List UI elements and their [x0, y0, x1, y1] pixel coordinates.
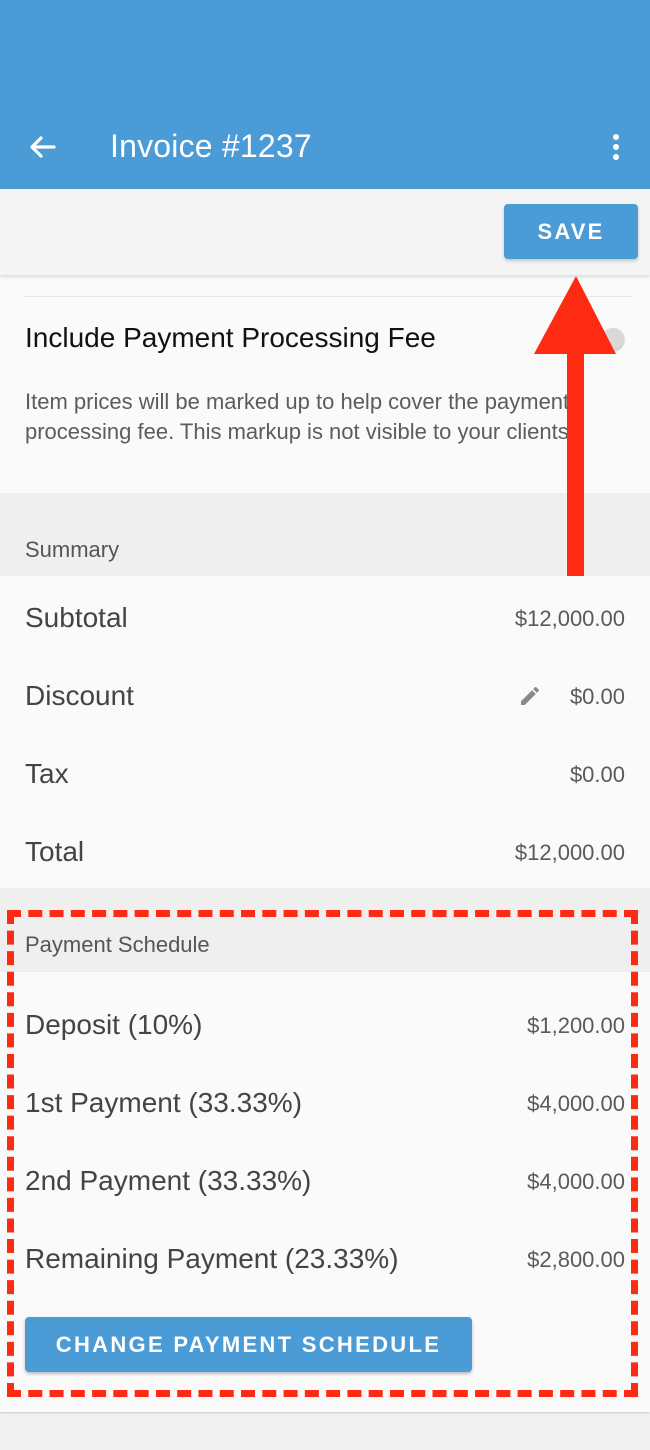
summary-header-label: Summary [25, 537, 120, 562]
row-label: Discount [25, 680, 134, 711]
payment-schedule-header-label: Payment Schedule [25, 932, 210, 957]
row-value: $1,200.00 [527, 1013, 625, 1038]
row-value: $12,000.00 [514, 840, 625, 865]
arrow-left-icon [30, 136, 56, 158]
row-label: Deposit (10%) [25, 1009, 203, 1040]
payment-fee-description: Item prices will be marked up to help co… [25, 389, 575, 444]
row-label: 2nd Payment (33.33%) [25, 1165, 312, 1196]
summary-card: Subtotal $12,000.00 Discount $0.00 Tax $… [0, 576, 650, 888]
back-button[interactable] [22, 126, 64, 168]
summary-header: Summary [0, 493, 650, 573]
change-payment-schedule-button[interactable]: CHANGE PAYMENT SCHEDULE [25, 1317, 472, 1372]
row-label: Remaining Payment (23.33%) [25, 1243, 399, 1274]
payment-schedule-header: Payment Schedule [0, 888, 650, 972]
more-vert-icon [613, 134, 619, 160]
payment-fee-toggle[interactable] [584, 328, 624, 350]
row-value: $4,000.00 [527, 1091, 625, 1116]
pencil-icon[interactable] [518, 684, 542, 708]
payment-fee-card: Include Payment Processing Fee Item pric… [0, 275, 650, 493]
save-toolbar: SAVE [0, 189, 650, 275]
row-value: $2,800.00 [527, 1247, 625, 1272]
row-label: Total [25, 836, 85, 867]
row-value: $12,000.00 [514, 606, 625, 631]
row-value: $0.00 [569, 762, 625, 787]
overflow-menu-button[interactable] [600, 128, 632, 168]
row-value: $4,000.00 [527, 1169, 625, 1194]
app-bar: Invoice #1237 [0, 0, 650, 189]
save-button[interactable]: SAVE [504, 204, 638, 259]
row-label: Tax [25, 758, 69, 789]
row-label: 1st Payment (33.33%) [25, 1087, 303, 1118]
toggle-knob [602, 328, 624, 350]
screen: Invoice #1237 SAVE Include Payment Proce… [0, 0, 650, 1450]
row-label: Subtotal [25, 602, 128, 633]
divider [25, 296, 631, 297]
payment-schedule-card: Deposit (10%) $1,200.00 1st Payment (33.… [0, 972, 650, 1412]
payment-fee-title: Include Payment Processing Fee [25, 322, 436, 353]
row-value: $0.00 [569, 684, 625, 709]
page-title: Invoice #1237 [110, 128, 312, 164]
